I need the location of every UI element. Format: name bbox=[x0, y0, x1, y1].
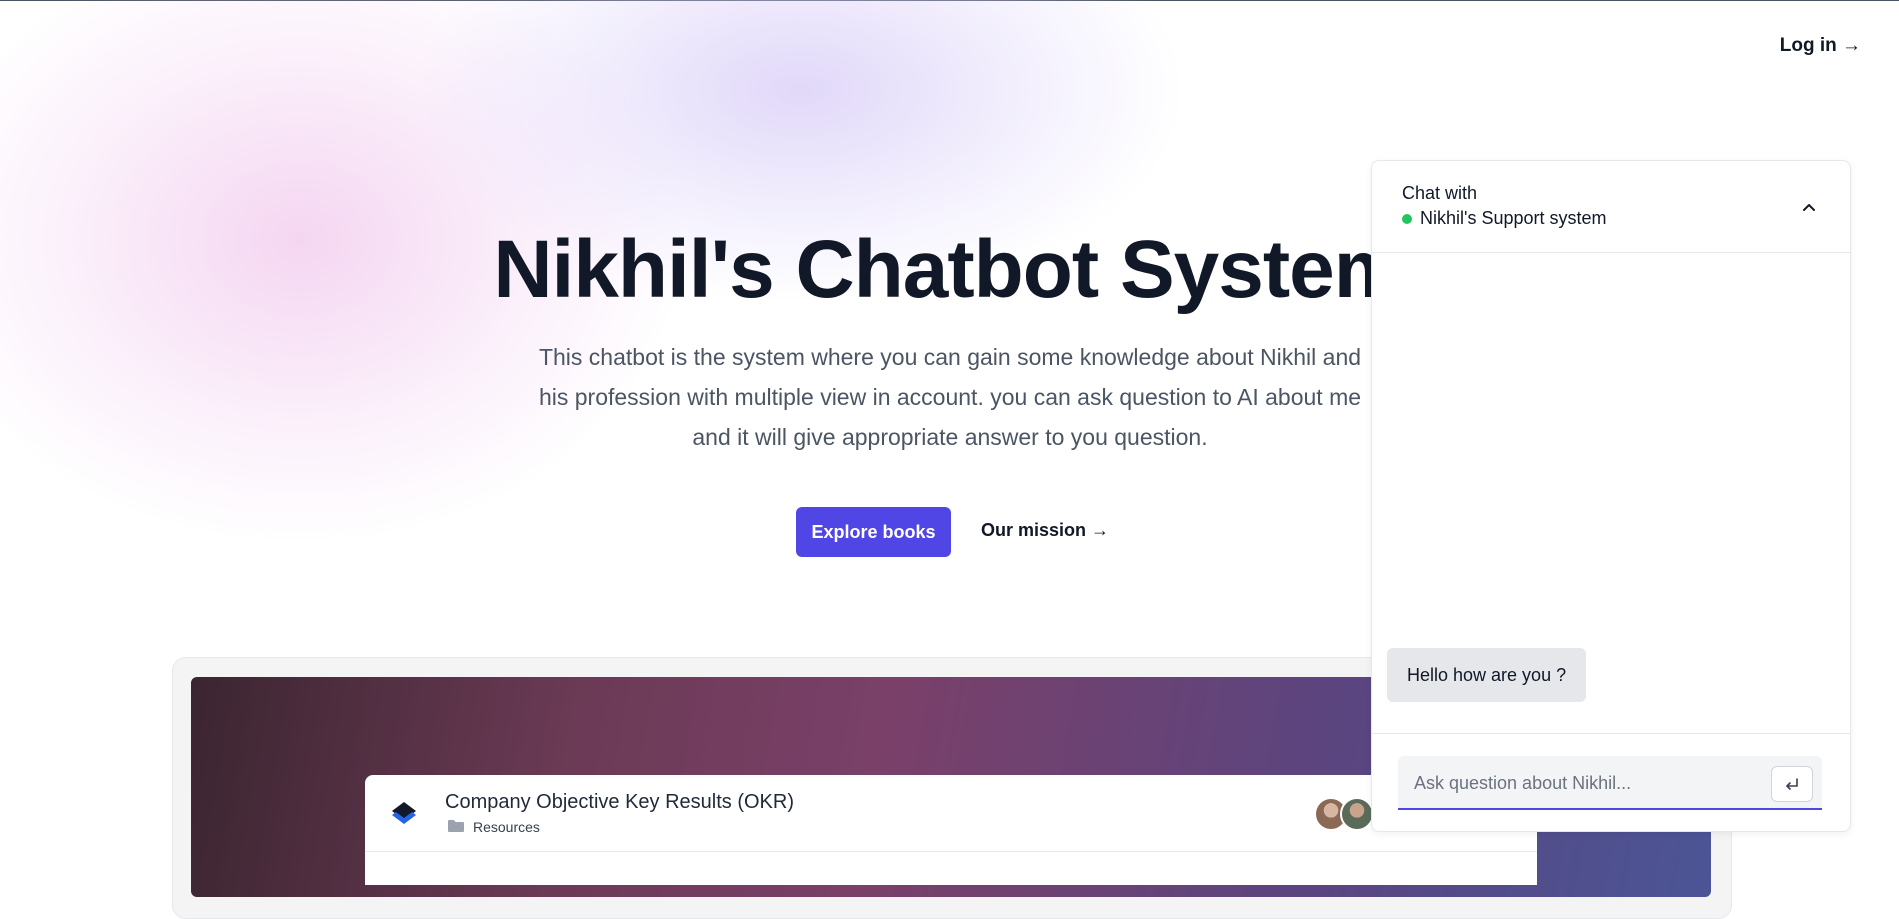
chat-message: Hello how are you ? bbox=[1387, 648, 1587, 702]
app-preview-title: Company Objective Key Results (OKR) bbox=[445, 791, 795, 813]
folder-icon bbox=[448, 820, 464, 832]
chevron-up-icon[interactable] bbox=[1798, 196, 1820, 218]
login-link[interactable]: Log in → bbox=[1780, 35, 1861, 57]
chat-widget: Chat with Nikhil's Support system Hello … bbox=[1371, 160, 1851, 832]
chat-input[interactable] bbox=[1412, 756, 1756, 810]
online-status-icon bbox=[1402, 214, 1412, 224]
chat-input-container bbox=[1398, 756, 1822, 810]
chat-agent-name: Nikhil's Support system bbox=[1420, 208, 1607, 228]
hero-description: This chatbot is the system where you can… bbox=[538, 344, 1362, 450]
chat-header[interactable]: Chat with Nikhil's Support system bbox=[1372, 161, 1850, 253]
avatar bbox=[1340, 797, 1374, 831]
divider bbox=[1372, 733, 1850, 734]
send-button[interactable] bbox=[1771, 766, 1813, 802]
enter-icon bbox=[1786, 778, 1798, 790]
layers-logo-icon bbox=[392, 802, 416, 824]
chat-header-label: Chat with bbox=[1402, 183, 1478, 203]
folder-label: Resources bbox=[473, 819, 540, 835]
explore-books-button[interactable]: Explore books bbox=[796, 507, 951, 557]
our-mission-link[interactable]: Our mission → bbox=[981, 520, 1109, 541]
divider bbox=[365, 851, 1537, 852]
